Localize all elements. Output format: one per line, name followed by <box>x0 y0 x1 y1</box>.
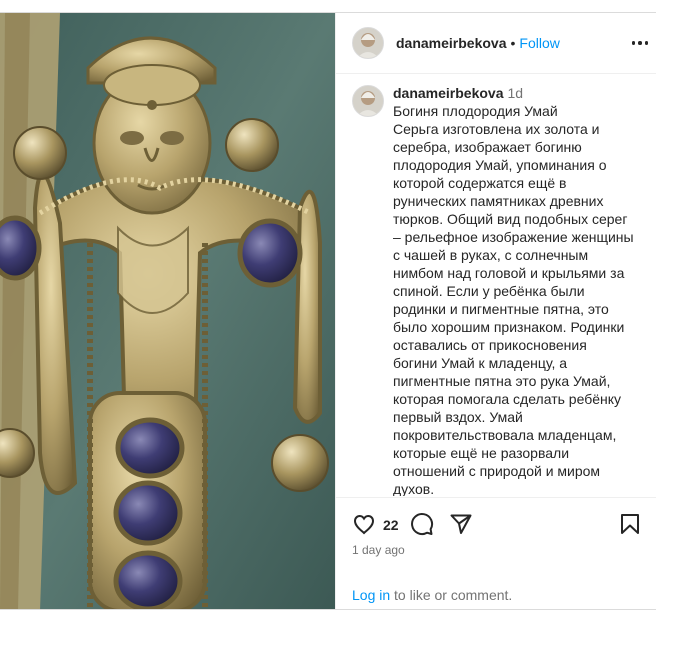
post-image[interactable] <box>0 13 335 609</box>
caption-line: первый вздох. Умай <box>393 409 523 425</box>
post-header: danameirbekova • Follow <box>336 13 656 74</box>
action-icons-row: 22 <box>352 508 648 540</box>
login-prompt: Log in to like or comment. <box>352 587 512 603</box>
comments-area[interactable]: danameirbekova 1d Богиня плодородия Умай … <box>336 74 656 496</box>
caption-line: Серьга изготовлена их золота и <box>393 121 600 137</box>
caption-line: – рельефное изображение женщины <box>393 229 634 245</box>
header-separator: • <box>510 35 516 51</box>
caption-username[interactable]: danameirbekova <box>393 85 504 101</box>
caption-line: которые ещё не разорвали <box>393 445 570 461</box>
caption-line: Богиня плодородия Умай <box>393 103 558 119</box>
caption-line: оставались от прикосновения <box>393 337 587 353</box>
author-avatar[interactable] <box>352 27 384 59</box>
post-sidebar: danameirbekova • Follow danameirbekova 1… <box>335 13 656 609</box>
paper-plane-icon[interactable] <box>449 512 473 541</box>
caption-line: тюрков. Общий вид подобных серег <box>393 211 628 227</box>
bookmark-icon[interactable] <box>618 512 642 541</box>
likes-count[interactable]: 22 <box>383 517 399 533</box>
caption-body: danameirbekova 1d Богиня плодородия Умай … <box>393 84 639 496</box>
caption-line: отношений с природой и миром <box>393 463 601 479</box>
caption-line: духов. <box>393 481 435 496</box>
caption-line: богини Умай к младенцу, а <box>393 355 568 371</box>
caption-line: серебра, изображает богиню <box>393 139 582 155</box>
post-card: danameirbekova • Follow danameirbekova 1… <box>0 12 656 610</box>
caption-line: покровительствовала младенцам, <box>393 427 617 443</box>
caption-line: нимбом над головой и крыльями за <box>393 265 625 281</box>
author-username[interactable]: danameirbekova <box>396 35 507 51</box>
caption-line: рунических памятниках древних <box>393 193 604 209</box>
caption-line: которой содержатся ещё в <box>393 175 567 191</box>
caption-line: с чашей в руках, с солнечным <box>393 247 589 263</box>
caption-line: плодородия Умай, упоминания о <box>393 157 607 173</box>
post-date[interactable]: 1 day ago <box>352 543 405 557</box>
caption-time[interactable]: 1d <box>508 85 524 101</box>
caption-line: которая помогала сделать ребёнку <box>393 391 622 407</box>
caption-line: пигментные пятна это рука Умай, <box>393 373 611 389</box>
heart-icon[interactable] <box>352 512 376 541</box>
more-options-icon[interactable] <box>628 33 652 53</box>
login-suffix: to like or comment. <box>390 587 513 603</box>
earring-photo <box>0 13 335 609</box>
login-link[interactable]: Log in <box>352 587 390 603</box>
caption-line: родинки и пигментные пятна, это <box>393 301 609 317</box>
caption-avatar[interactable] <box>352 85 384 117</box>
actions-section: 22 1 day ago <box>336 497 656 557</box>
comment-icon[interactable] <box>410 512 434 541</box>
follow-button[interactable]: Follow <box>519 35 559 51</box>
caption-line: спиной. Если у ребёнка были <box>393 283 585 299</box>
caption-line: было хорошим признаком. Родинки <box>393 319 625 335</box>
caption-row: danameirbekova 1d Богиня плодородия Умай … <box>336 74 656 496</box>
